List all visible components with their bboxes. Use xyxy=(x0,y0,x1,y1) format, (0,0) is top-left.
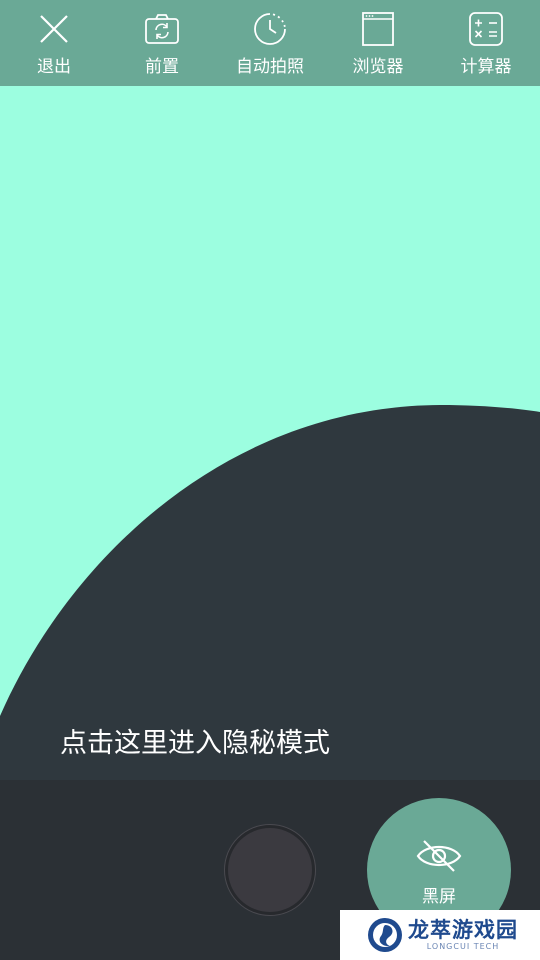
auto-photo-button[interactable]: 自动拍照 xyxy=(216,0,324,86)
watermark-subtitle: LONGCUI TECH xyxy=(426,942,500,951)
exit-button[interactable]: 退出 xyxy=(0,0,108,86)
watermark-text: 龙萃游戏园 LONGCUI TECH xyxy=(408,918,518,952)
secret-mode-hint[interactable]: 点击这里进入隐秘模式 xyxy=(60,724,330,764)
calculator-button[interactable]: 计算器 xyxy=(432,0,540,86)
close-icon xyxy=(40,15,68,43)
black-screen-label: 黑屏 xyxy=(422,887,456,907)
browser-button[interactable]: 浏览器 xyxy=(324,0,432,86)
browser-icon xyxy=(362,12,394,46)
watermark-name: 龙萃游戏园 xyxy=(408,918,518,942)
shutter-button[interactable] xyxy=(225,825,315,915)
calculator-label: 计算器 xyxy=(460,57,512,77)
auto-photo-label: 自动拍照 xyxy=(236,57,304,77)
browser-label: 浏览器 xyxy=(352,57,404,77)
watermark: 龙萃游戏园 LONGCUI TECH xyxy=(340,910,540,960)
front-camera-label: 前置 xyxy=(145,57,179,77)
camera-preview[interactable] xyxy=(0,86,540,780)
eye-off-icon xyxy=(416,840,462,872)
calculator-icon xyxy=(469,12,503,46)
front-camera-button[interactable]: 前置 xyxy=(108,0,216,86)
switch-camera-icon xyxy=(145,14,179,44)
dragon-logo-icon xyxy=(368,918,402,952)
disguise-overlay[interactable] xyxy=(0,86,540,780)
top-toolbar: 退出 前置 自动拍照 浏览器 计算器 xyxy=(0,0,540,86)
exit-label: 退出 xyxy=(37,57,71,77)
timer-icon xyxy=(254,13,286,45)
